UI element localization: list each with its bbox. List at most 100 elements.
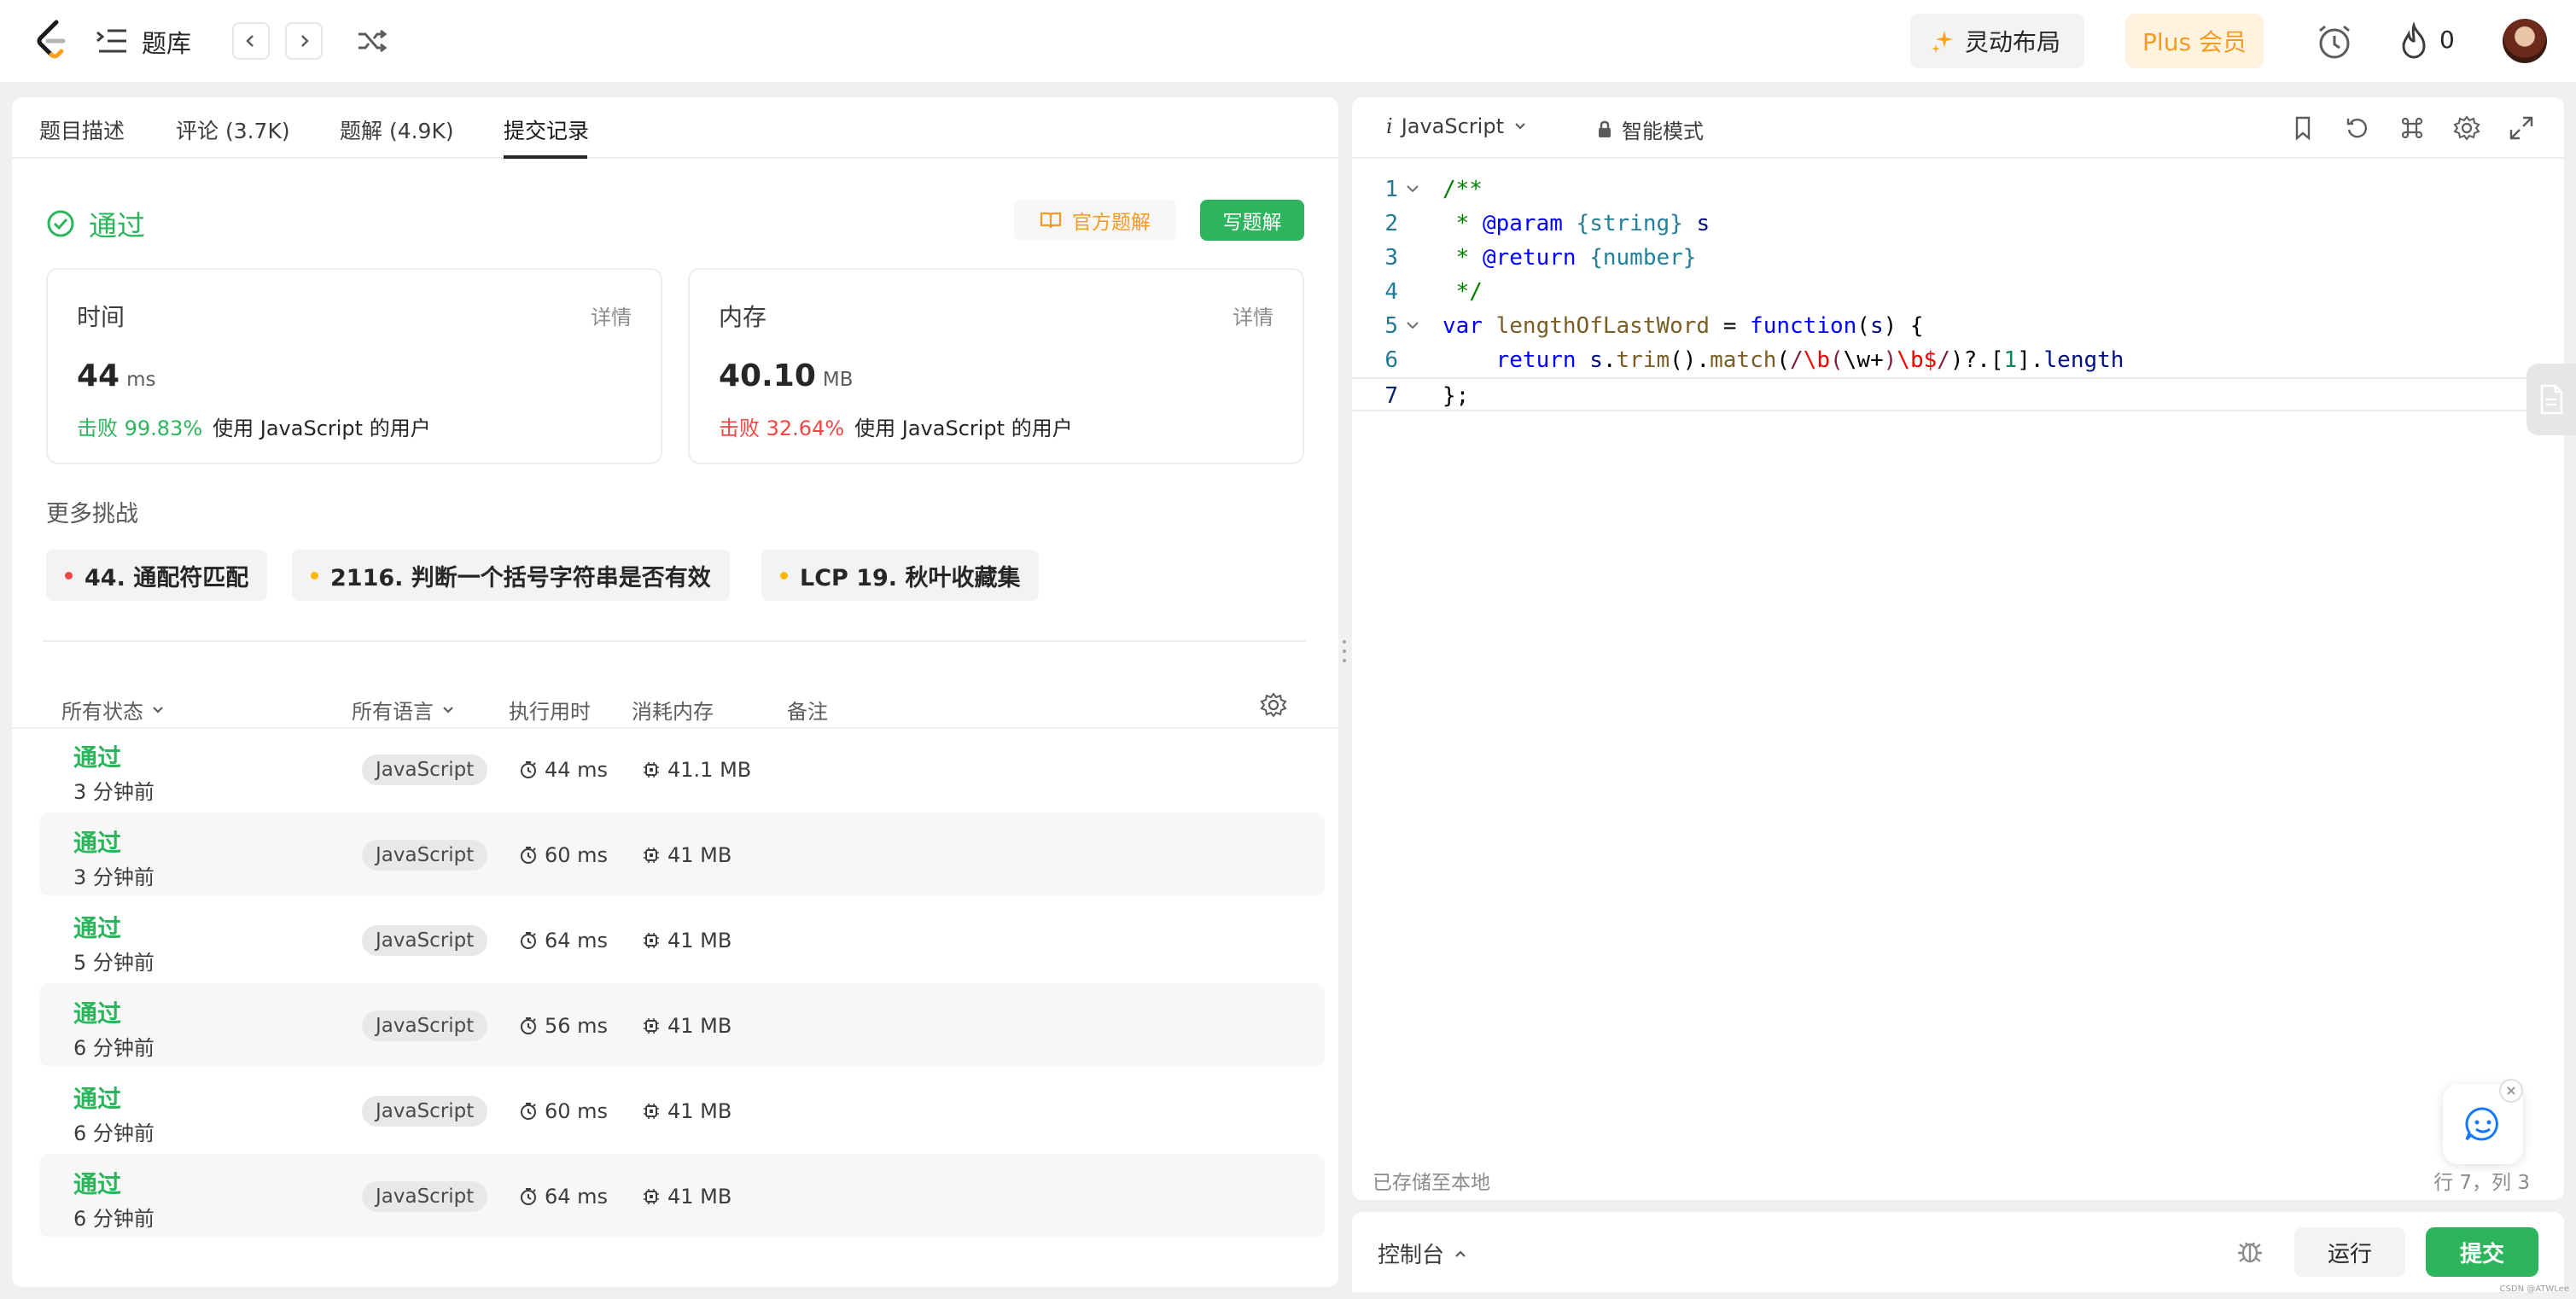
watermark: CSDN @ATWLee — [2499, 1284, 2569, 1294]
table-row[interactable]: 通过 3 分钟前 JavaScript 60 ms 41 MB — [39, 813, 1325, 896]
language-filter-label: 所有语言 — [352, 700, 434, 724]
table-row[interactable]: 通过 6 分钟前 JavaScript 60 ms 41 MB — [39, 1069, 1325, 1152]
debug-bug-icon[interactable] — [2235, 1236, 2265, 1267]
row-status[interactable]: 通过 — [73, 1081, 121, 1115]
challenge-chip[interactable]: 44. 通配符匹配 — [46, 550, 268, 601]
official-solution-button[interactable]: 官方题解 — [1014, 200, 1176, 241]
streak-fire-icon[interactable] — [2398, 22, 2429, 60]
code-text: return s.trim().match(/\b(\w+)\b$/)?.[1]… — [1495, 347, 2124, 373]
chat-close-button[interactable] — [2499, 1079, 2523, 1103]
row-runtime-value: 64 ms — [545, 1185, 609, 1209]
alarm-clock-icon[interactable] — [2315, 22, 2354, 61]
table-row[interactable]: 通过 5 分钟前 JavaScript 64 ms 41 MB — [39, 898, 1325, 982]
row-status[interactable]: 通过 — [73, 824, 121, 859]
note-header: 备注 — [787, 700, 828, 724]
row-status[interactable]: 通过 — [73, 739, 121, 773]
code-line[interactable]: 4 */ — [1352, 275, 2564, 309]
bookmark-icon[interactable] — [2289, 114, 2317, 142]
row-runtime: 64 ms — [519, 1185, 608, 1209]
official-solution-label: 官方题解 — [1072, 212, 1151, 234]
notes-side-tab[interactable] — [2526, 364, 2576, 435]
line-number: 4 — [1384, 279, 1398, 305]
language-select[interactable]: i JavaScript — [1386, 114, 1528, 138]
runtime-unit: ms — [126, 369, 156, 391]
runtime-detail-link[interactable]: 详情 — [591, 300, 632, 330]
line-number: 1 — [1384, 177, 1398, 202]
smart-mode-toggle[interactable]: 智能模式 — [1596, 114, 1704, 144]
dynamic-layout-button[interactable]: 灵动布局 — [1910, 14, 2084, 68]
book-icon — [1040, 212, 1062, 229]
chip-icon — [644, 1104, 659, 1119]
top-navbar: 题库 灵动布局 Plus 会员 0 — [0, 0, 2576, 82]
code-line[interactable]: 2 * @param {string} s — [1352, 207, 2564, 241]
row-language-badge: JavaScript — [362, 1181, 488, 1212]
runtime-label: 时间 — [77, 303, 125, 331]
chip-icon — [644, 848, 659, 863]
submission-panel: 题目描述 评论 (3.7K) 题解 (4.9K) 提交记录 通过 官方题解 写题… — [12, 97, 1338, 1287]
tab-comments[interactable]: 评论 (3.7K) — [176, 114, 290, 145]
status-accepted: 通过 — [89, 209, 145, 242]
cursor-position: 行 7，列 3 — [2433, 1172, 2530, 1194]
fold-chevron-icon[interactable] — [1403, 316, 1422, 335]
code-line[interactable]: 5 var lengthOfLastWord = function(s) { — [1352, 309, 2564, 343]
code-editor[interactable]: 1/** 2 * @param {string} s3 * @return {nu… — [1352, 172, 2564, 411]
check-circle-icon — [47, 210, 74, 237]
chevron-down-icon — [153, 706, 163, 714]
settings-icon[interactable] — [2453, 114, 2480, 142]
language-filter[interactable]: 所有语言 — [352, 695, 456, 725]
panel-resize-handle[interactable] — [1340, 637, 1349, 666]
code-text: */ — [1442, 279, 1483, 305]
plus-member-button[interactable]: Plus 会员 — [2125, 14, 2264, 68]
tab-description[interactable]: 题目描述 — [39, 114, 125, 145]
memory-card[interactable]: 内存 详情 40.10 MB 击败 32.64% 使用 JavaScript 的用户 — [688, 268, 1304, 464]
table-row[interactable]: 通过 3 分钟前 JavaScript 44 ms 41.1 MB — [39, 727, 1325, 811]
shuffle-icon[interactable] — [355, 26, 389, 56]
runtime-beat-percent: 击败 99.83% — [77, 416, 203, 440]
row-runtime: 60 ms — [519, 843, 608, 867]
row-status[interactable]: 通过 — [73, 995, 121, 1029]
memory-header: 消耗内存 — [632, 700, 714, 724]
run-button[interactable]: 运行 — [2294, 1227, 2405, 1277]
code-line[interactable]: 6 return s.trim().match(/\b(\w+)\b$/)?.[… — [1352, 343, 2564, 377]
list-menu-icon[interactable] — [94, 26, 128, 56]
language-select-label: JavaScript — [1401, 114, 1504, 138]
row-language-badge: JavaScript — [362, 1011, 488, 1041]
memory-detail-link[interactable]: 详情 — [1233, 300, 1273, 330]
user-avatar[interactable] — [2503, 19, 2547, 63]
row-memory-value: 41 MB — [667, 1014, 732, 1038]
write-solution-button[interactable]: 写题解 — [1200, 200, 1304, 241]
fullscreen-icon[interactable] — [2508, 114, 2535, 142]
row-status[interactable]: 通过 — [73, 1166, 121, 1200]
challenge-chip[interactable]: 2116. 判断一个括号字符串是否有效 — [292, 550, 730, 601]
row-status[interactable]: 通过 — [73, 910, 121, 944]
code-line[interactable]: 3 * @return {number} — [1352, 241, 2564, 275]
stopwatch-icon — [521, 847, 536, 864]
table-row[interactable]: 通过 6 分钟前 JavaScript 64 ms 41 MB — [39, 1154, 1325, 1238]
command-icon[interactable] — [2398, 114, 2426, 142]
table-row[interactable]: 通过 6 分钟前 JavaScript 56 ms 41 MB — [39, 983, 1325, 1067]
row-memory-value: 41 MB — [667, 1185, 732, 1209]
leetcode-logo-icon[interactable] — [34, 19, 72, 63]
code-line[interactable]: 7}; — [1352, 377, 2564, 411]
smart-mode-label: 智能模式 — [1622, 119, 1704, 143]
console-toggle[interactable]: 控制台 — [1378, 1238, 1468, 1269]
status-filter[interactable]: 所有状态 — [61, 695, 166, 725]
memory-beat: 击败 32.64% 使用 JavaScript 的用户 — [719, 411, 1073, 441]
runtime-header: 执行用时 — [509, 700, 591, 724]
gear-icon[interactable] — [1260, 691, 1287, 719]
row-memory: 41 MB — [642, 1185, 731, 1209]
challenge-chip[interactable]: LCP 19. 秋叶收藏集 — [761, 550, 1040, 601]
editor-toolbar: i JavaScript 智能模式 — [1352, 97, 2564, 159]
submit-button[interactable]: 提交 — [2426, 1227, 2538, 1277]
code-line[interactable]: 1 /** — [1352, 172, 2564, 207]
tab-solutions[interactable]: 题解 (4.9K) — [340, 114, 454, 145]
active-tab-indicator — [504, 155, 587, 159]
runtime-card[interactable]: 时间 详情 44 ms 击败 99.83% 使用 JavaScript 的用户 — [46, 268, 662, 464]
next-problem-button[interactable] — [285, 22, 323, 60]
problem-bank-label[interactable]: 题库 — [142, 24, 191, 60]
reset-icon[interactable] — [2344, 114, 2371, 142]
fold-chevron-icon[interactable] — [1403, 179, 1422, 198]
chip-icon — [644, 762, 659, 778]
tab-submissions[interactable]: 提交记录 — [504, 114, 589, 145]
prev-problem-button[interactable] — [232, 22, 270, 60]
